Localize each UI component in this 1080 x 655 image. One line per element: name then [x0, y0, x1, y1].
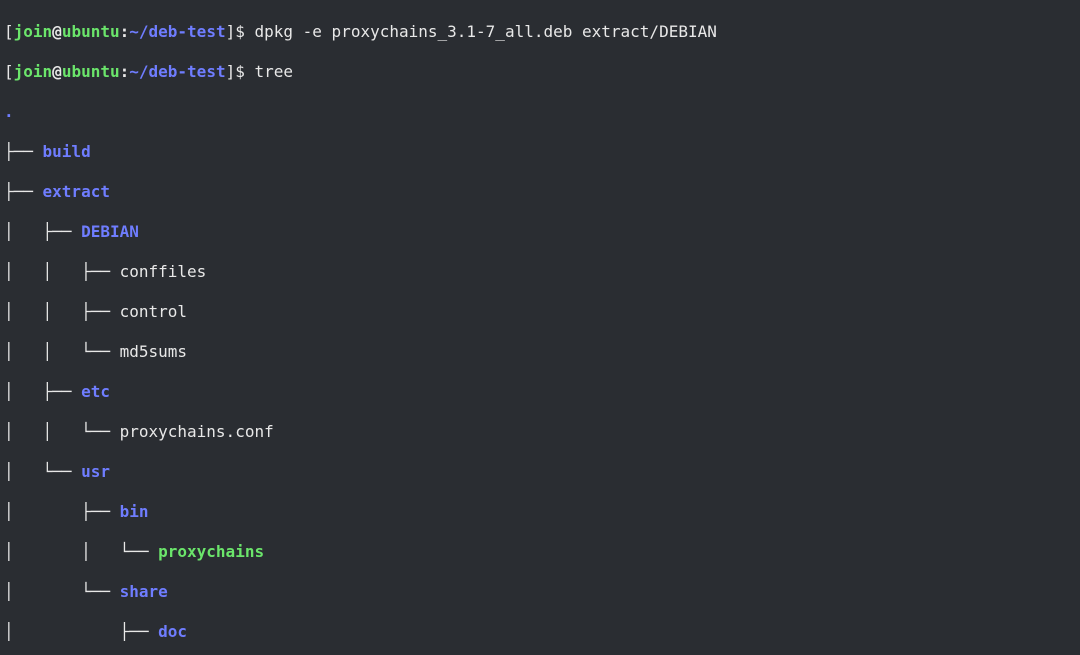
file-md5sums: md5sums — [120, 342, 187, 361]
terminal[interactable]: [join@ubuntu:~/deb-test]$ dpkg -e proxyc… — [0, 0, 1080, 655]
tree-row: │ ├── DEBIAN — [4, 222, 1076, 242]
prompt-dollar: $ — [235, 22, 254, 41]
tree-row: │ │ └── proxychains.conf — [4, 422, 1076, 442]
tree-row: │ ├── doc — [4, 622, 1076, 642]
tree-row: ├── build — [4, 142, 1076, 162]
dir-share: share — [120, 582, 168, 601]
tree-row: │ │ └── md5sums — [4, 342, 1076, 362]
file-proxychains-conf: proxychains.conf — [120, 422, 274, 441]
tree-row: │ │ ├── conffiles — [4, 262, 1076, 282]
prompt-user: join — [14, 22, 53, 41]
prompt-lbracket: [ — [4, 22, 14, 41]
tree-row: │ │ ├── control — [4, 302, 1076, 322]
file-control: control — [120, 302, 187, 321]
tree-row: │ └── share — [4, 582, 1076, 602]
tree-row: ├── extract — [4, 182, 1076, 202]
prompt-host: ubuntu — [62, 22, 120, 41]
command-2: tree — [254, 62, 293, 81]
tree-row: │ │ └── proxychains — [4, 542, 1076, 562]
dir-extract: extract — [43, 182, 110, 201]
dir-bin: bin — [120, 502, 149, 521]
dir-debian: DEBIAN — [81, 222, 139, 241]
tree-row: │ ├── bin — [4, 502, 1076, 522]
tree-row: │ └── usr — [4, 462, 1076, 482]
tree-row: │ ├── etc — [4, 382, 1076, 402]
file-conffiles: conffiles — [120, 262, 207, 281]
dir-etc: etc — [81, 382, 110, 401]
dir-usr: usr — [81, 462, 110, 481]
command-1: dpkg -e proxychains_3.1-7_all.deb extrac… — [254, 22, 716, 41]
dir-build: build — [43, 142, 91, 161]
exe-proxychains: proxychains — [158, 542, 264, 561]
prompt-line-2: [join@ubuntu:~/deb-test]$ tree — [4, 62, 1076, 82]
tree-root: . — [4, 102, 1076, 122]
prompt-colon: : — [120, 22, 130, 41]
prompt-at: @ — [52, 22, 62, 41]
prompt-path: ~/deb-test — [129, 22, 225, 41]
prompt-line-1: [join@ubuntu:~/deb-test]$ dpkg -e proxyc… — [4, 22, 1076, 42]
prompt-rbracket: ] — [226, 22, 236, 41]
dir-doc: doc — [158, 622, 187, 641]
